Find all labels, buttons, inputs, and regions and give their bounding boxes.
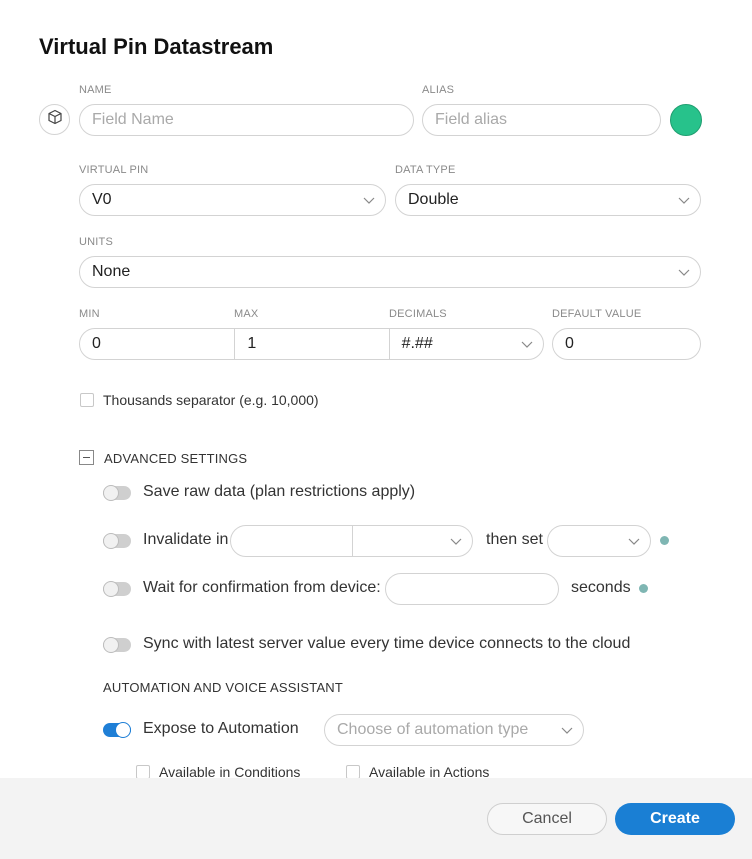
virtual-pin-select[interactable]: V0: [79, 184, 386, 216]
thousands-label: Thousands separator (e.g. 10,000): [103, 392, 319, 408]
create-button[interactable]: Create: [615, 803, 735, 835]
seconds-label: seconds: [571, 579, 631, 596]
invalidate-label: Invalidate in: [143, 531, 229, 548]
decimals-select[interactable]: #.##: [388, 329, 543, 359]
name-placeholder: Field Name: [92, 111, 174, 128]
expose-automation-label: Expose to Automation: [143, 720, 299, 737]
invalidate-group: [230, 525, 473, 557]
chevron-down-icon: [628, 535, 640, 547]
data-type-value: Double: [408, 191, 459, 208]
default-value-label: DEFAULT VALUE: [552, 308, 642, 320]
max-input[interactable]: 1: [234, 329, 388, 359]
virtual-pin-label: VIRTUAL PIN: [79, 164, 149, 176]
alias-placeholder: Field alias: [435, 111, 508, 128]
dialog-title: Virtual Pin Datastream: [39, 34, 274, 59]
info-icon[interactable]: [639, 584, 648, 593]
automation-title: AUTOMATION AND VOICE ASSISTANT: [103, 680, 344, 695]
invalidate-unit-select[interactable]: [351, 526, 472, 556]
decimals-value: #.##: [401, 335, 433, 352]
cube-icon: [47, 109, 63, 130]
wait-confirm-label: Wait for confirmation from device:: [143, 579, 381, 596]
conditions-checkbox[interactable]: [136, 765, 150, 779]
data-type-select[interactable]: Double: [395, 184, 701, 216]
invalidate-amount-input[interactable]: [231, 526, 352, 556]
max-label: MAX: [234, 308, 259, 320]
range-group: 0 1 #.##: [79, 328, 544, 360]
name-label: NAME: [79, 84, 112, 96]
chevron-down-icon: [678, 266, 690, 278]
units-label: UNITS: [79, 236, 113, 248]
chevron-down-icon: [450, 535, 462, 547]
collapse-icon[interactable]: [79, 450, 94, 465]
chevron-down-icon: [521, 338, 533, 350]
alias-input[interactable]: Field alias: [422, 104, 661, 136]
max-value: 1: [247, 335, 257, 352]
invalidate-toggle[interactable]: [103, 533, 131, 549]
default-value: 0: [565, 335, 574, 352]
alias-label: ALIAS: [422, 84, 455, 96]
wait-confirm-input[interactable]: [385, 573, 559, 605]
advanced-settings-title[interactable]: ADVANCED SETTINGS: [104, 451, 247, 466]
min-input[interactable]: 0: [80, 329, 234, 359]
thousands-checkbox[interactable]: [80, 393, 94, 407]
chevron-down-icon: [678, 194, 690, 206]
cancel-button[interactable]: Cancel: [487, 803, 607, 835]
save-raw-label: Save raw data (plan restrictions apply): [143, 483, 416, 500]
icon-picker-button[interactable]: [39, 104, 70, 135]
name-input[interactable]: Field Name: [79, 104, 414, 136]
decimals-label: DECIMALS: [389, 308, 447, 320]
default-value-input[interactable]: 0: [552, 328, 701, 360]
wait-confirm-toggle[interactable]: [103, 581, 131, 597]
chevron-down-icon: [561, 724, 573, 736]
units-value: None: [92, 263, 131, 280]
info-icon[interactable]: [660, 536, 669, 545]
then-set-select[interactable]: [547, 525, 651, 557]
actions-checkbox[interactable]: [346, 765, 360, 779]
automation-type-select[interactable]: Choose of automation type: [324, 714, 584, 746]
min-label: MIN: [79, 308, 100, 320]
min-value: 0: [92, 335, 101, 352]
sync-label: Sync with latest server value every time…: [143, 635, 631, 652]
sync-toggle[interactable]: [103, 637, 131, 653]
then-set-label: then set: [486, 531, 543, 548]
units-select[interactable]: None: [79, 256, 701, 288]
data-type-label: DATA TYPE: [395, 164, 456, 176]
save-raw-toggle[interactable]: [103, 485, 131, 501]
virtual-pin-value: V0: [92, 191, 112, 208]
expose-automation-toggle[interactable]: [103, 722, 131, 738]
chevron-down-icon: [363, 194, 375, 206]
color-picker[interactable]: [670, 104, 702, 136]
automation-type-placeholder: Choose of automation type: [337, 721, 529, 738]
